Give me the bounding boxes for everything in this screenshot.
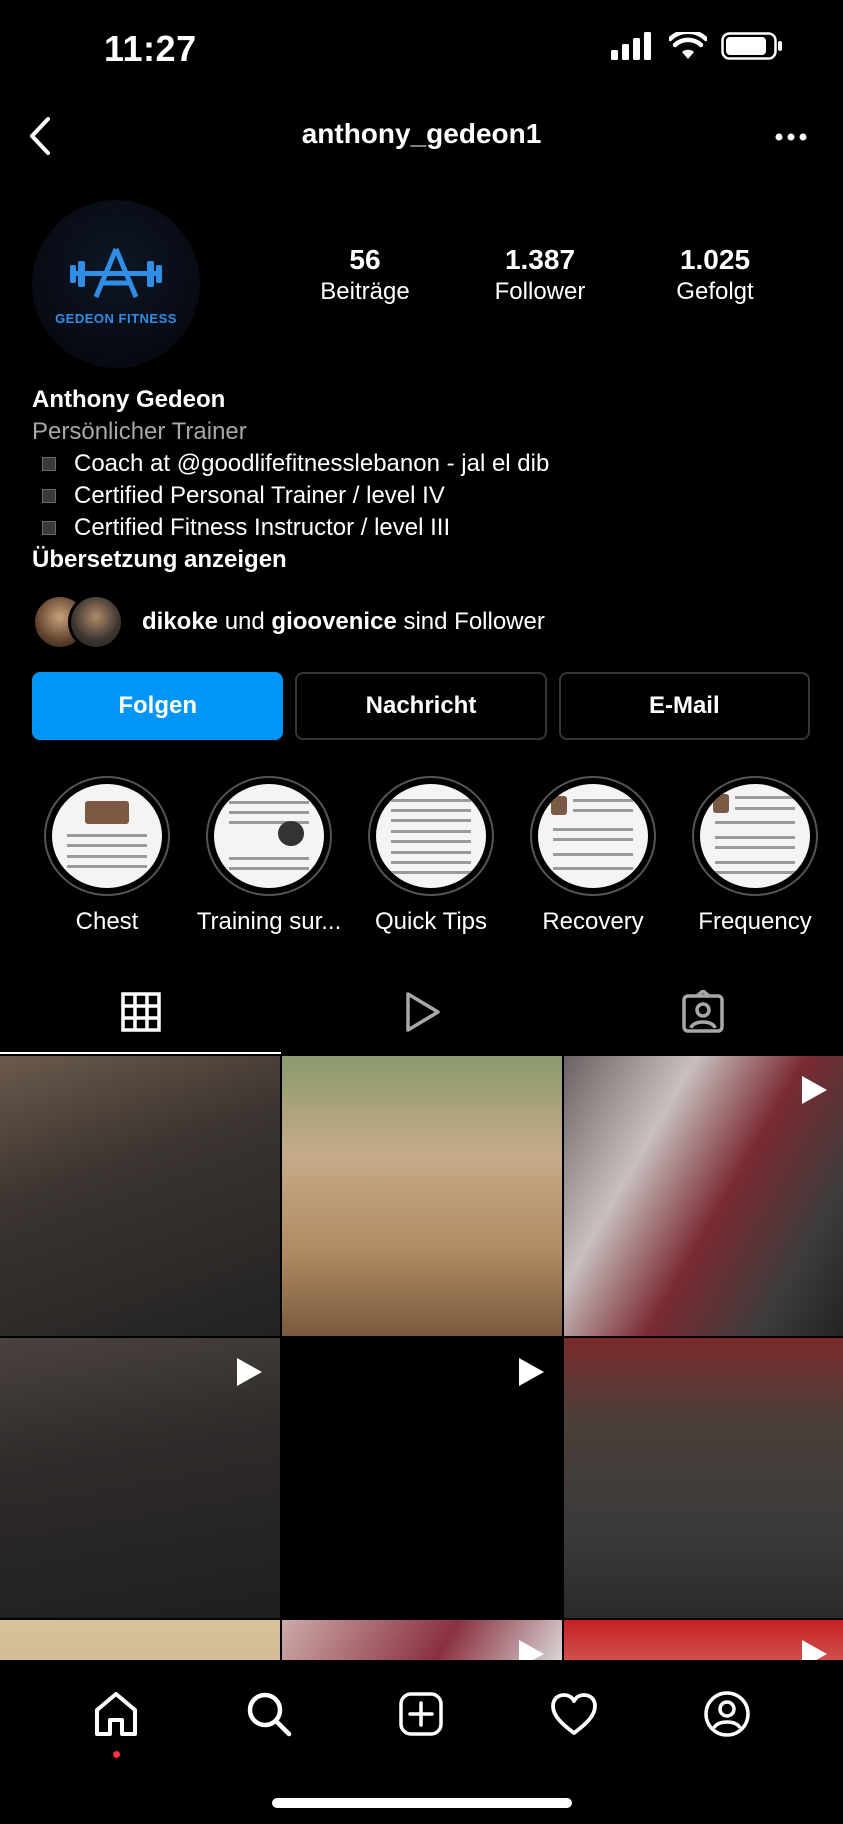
nav-search[interactable] bbox=[239, 1684, 299, 1744]
follower-avatars bbox=[32, 594, 124, 650]
stat-following-label: Gefolgt bbox=[676, 278, 754, 305]
bullet-square-icon bbox=[42, 457, 56, 471]
highlight-item[interactable]: Training sur... bbox=[188, 776, 350, 936]
video-play-icon bbox=[802, 1076, 827, 1104]
status-icons bbox=[611, 32, 783, 60]
nav-activity[interactable] bbox=[544, 1684, 604, 1744]
bullet-square-icon bbox=[42, 489, 56, 503]
profile-avatar[interactable]: GEDEON FITNESS bbox=[32, 200, 200, 368]
profile-full-name: Anthony Gedeon bbox=[32, 386, 226, 413]
bio-line: Coach at @goodlifefitnesslebanon - jal e… bbox=[32, 448, 832, 480]
tab-tagged[interactable] bbox=[562, 972, 843, 1052]
highlight-ring bbox=[692, 776, 818, 896]
post-thumbnail[interactable] bbox=[282, 1056, 562, 1336]
followed-by-suffix: sind Follower bbox=[403, 608, 545, 635]
highlight-ring bbox=[44, 776, 170, 896]
profile-category: Persönlicher Trainer bbox=[32, 418, 247, 445]
highlight-item[interactable]: Frequency bbox=[674, 776, 836, 936]
stat-posts[interactable]: 56 Beiträge bbox=[310, 244, 420, 306]
notification-dot bbox=[113, 1751, 121, 1758]
bio-line-text: Coach at @goodlifefitnesslebanon - jal e… bbox=[74, 450, 550, 477]
heart-icon bbox=[551, 1693, 597, 1735]
profile-header: anthony_gedeon1 bbox=[0, 100, 843, 172]
wifi-icon bbox=[669, 32, 707, 59]
profile-actions: Folgen Nachricht E-Mail bbox=[32, 672, 810, 740]
post-thumbnail[interactable] bbox=[564, 1056, 843, 1336]
bio-line-text: Certified Personal Trainer / level IV bbox=[74, 482, 445, 509]
stat-followers-label: Follower bbox=[494, 278, 586, 305]
highlight-label: Training sur... bbox=[196, 908, 342, 935]
followed-by-text: dikoke und gioovenice sind Follower bbox=[142, 608, 545, 636]
nav-home[interactable] bbox=[86, 1684, 146, 1758]
follow-button[interactable]: Folgen bbox=[32, 672, 284, 740]
stat-followers-value: 1.387 bbox=[504, 244, 576, 275]
avatar-brand-text: GEDEON FITNESS bbox=[55, 310, 177, 326]
follower-username: gioovenice bbox=[271, 608, 397, 635]
profile-stats: 56 Beiträge 1.387 Follower 1.025 Gefolgt bbox=[310, 244, 770, 306]
stat-following-value: 1.025 bbox=[679, 244, 751, 275]
highlight-label: Recovery bbox=[542, 908, 644, 935]
reels-play-icon bbox=[405, 992, 440, 1032]
more-options-button[interactable] bbox=[771, 122, 811, 152]
cellular-signal-icon bbox=[611, 32, 651, 60]
highlight-cover bbox=[376, 784, 486, 888]
nav-profile[interactable] bbox=[697, 1684, 757, 1744]
tab-posts-grid[interactable] bbox=[0, 972, 281, 1054]
highlight-ring bbox=[206, 776, 332, 896]
post-thumbnail[interactable] bbox=[0, 1056, 280, 1336]
highlight-cover bbox=[538, 784, 648, 888]
post-thumbnail[interactable] bbox=[0, 1338, 280, 1618]
highlight-label: Frequency bbox=[698, 908, 812, 935]
battery-icon bbox=[721, 32, 782, 60]
bio-line-text: Certified Fitness Instructor / level III bbox=[74, 514, 451, 541]
home-icon bbox=[95, 1692, 138, 1736]
show-translation-link[interactable]: Übersetzung anzeigen bbox=[32, 544, 832, 576]
stat-posts-label: Beiträge bbox=[320, 278, 410, 305]
video-play-icon bbox=[237, 1358, 262, 1386]
profile-username: anthony_gedeon1 bbox=[301, 118, 542, 149]
avatar bbox=[68, 594, 124, 650]
highlight-label: Quick Tips bbox=[374, 908, 488, 935]
highlight-cover bbox=[52, 784, 162, 888]
bottom-navigation bbox=[0, 1660, 843, 1824]
tab-reels[interactable] bbox=[281, 972, 562, 1052]
nav-create[interactable] bbox=[391, 1684, 451, 1744]
highlight-label: Chest bbox=[75, 908, 139, 935]
follower-username: dikoke bbox=[142, 608, 219, 635]
status-time: 11:27 bbox=[104, 28, 197, 69]
video-play-icon bbox=[519, 1358, 544, 1386]
grid-icon bbox=[120, 992, 161, 1032]
home-indicator[interactable] bbox=[272, 1798, 572, 1808]
highlight-ring bbox=[530, 776, 656, 896]
profile-bio: Anthony Gedeon Persönlicher Trainer Coac… bbox=[32, 384, 832, 576]
bio-line: Certified Fitness Instructor / level III bbox=[32, 512, 832, 544]
message-button[interactable]: Nachricht bbox=[295, 672, 547, 740]
highlight-cover bbox=[214, 784, 324, 888]
followed-by[interactable]: dikoke und gioovenice sind Follower bbox=[32, 594, 545, 650]
stat-followers[interactable]: 1.387 Follower bbox=[485, 244, 595, 306]
more-dots-icon bbox=[775, 133, 807, 141]
status-bar: 11:27 bbox=[0, 0, 843, 100]
search-icon bbox=[247, 1692, 292, 1737]
highlight-item[interactable]: Quick Tips bbox=[350, 776, 512, 936]
highlight-item[interactable]: Chest bbox=[26, 776, 188, 936]
stat-posts-value: 56 bbox=[349, 244, 381, 275]
profile-content-tabs bbox=[0, 972, 843, 1054]
story-highlights: Chest Training sur... Quick Tips Recover… bbox=[26, 776, 843, 936]
highlight-item[interactable]: Recovery bbox=[512, 776, 674, 936]
highlight-ring bbox=[368, 776, 494, 896]
bullet-square-icon bbox=[42, 521, 56, 535]
tagged-user-icon bbox=[681, 990, 724, 1033]
followed-by-connector: und bbox=[224, 608, 265, 635]
email-button[interactable]: E-Mail bbox=[558, 672, 810, 740]
bio-line: Certified Personal Trainer / level IV bbox=[32, 480, 832, 512]
post-thumbnail[interactable] bbox=[282, 1338, 562, 1618]
profile-icon bbox=[703, 1691, 750, 1737]
highlight-cover bbox=[700, 784, 810, 888]
post-thumbnail[interactable] bbox=[564, 1338, 843, 1618]
create-post-icon bbox=[399, 1692, 444, 1736]
gedeon-fitness-logo-icon bbox=[70, 247, 162, 298]
highlight-item[interactable] bbox=[836, 776, 843, 936]
stat-following[interactable]: 1.025 Gefolgt bbox=[660, 244, 770, 306]
